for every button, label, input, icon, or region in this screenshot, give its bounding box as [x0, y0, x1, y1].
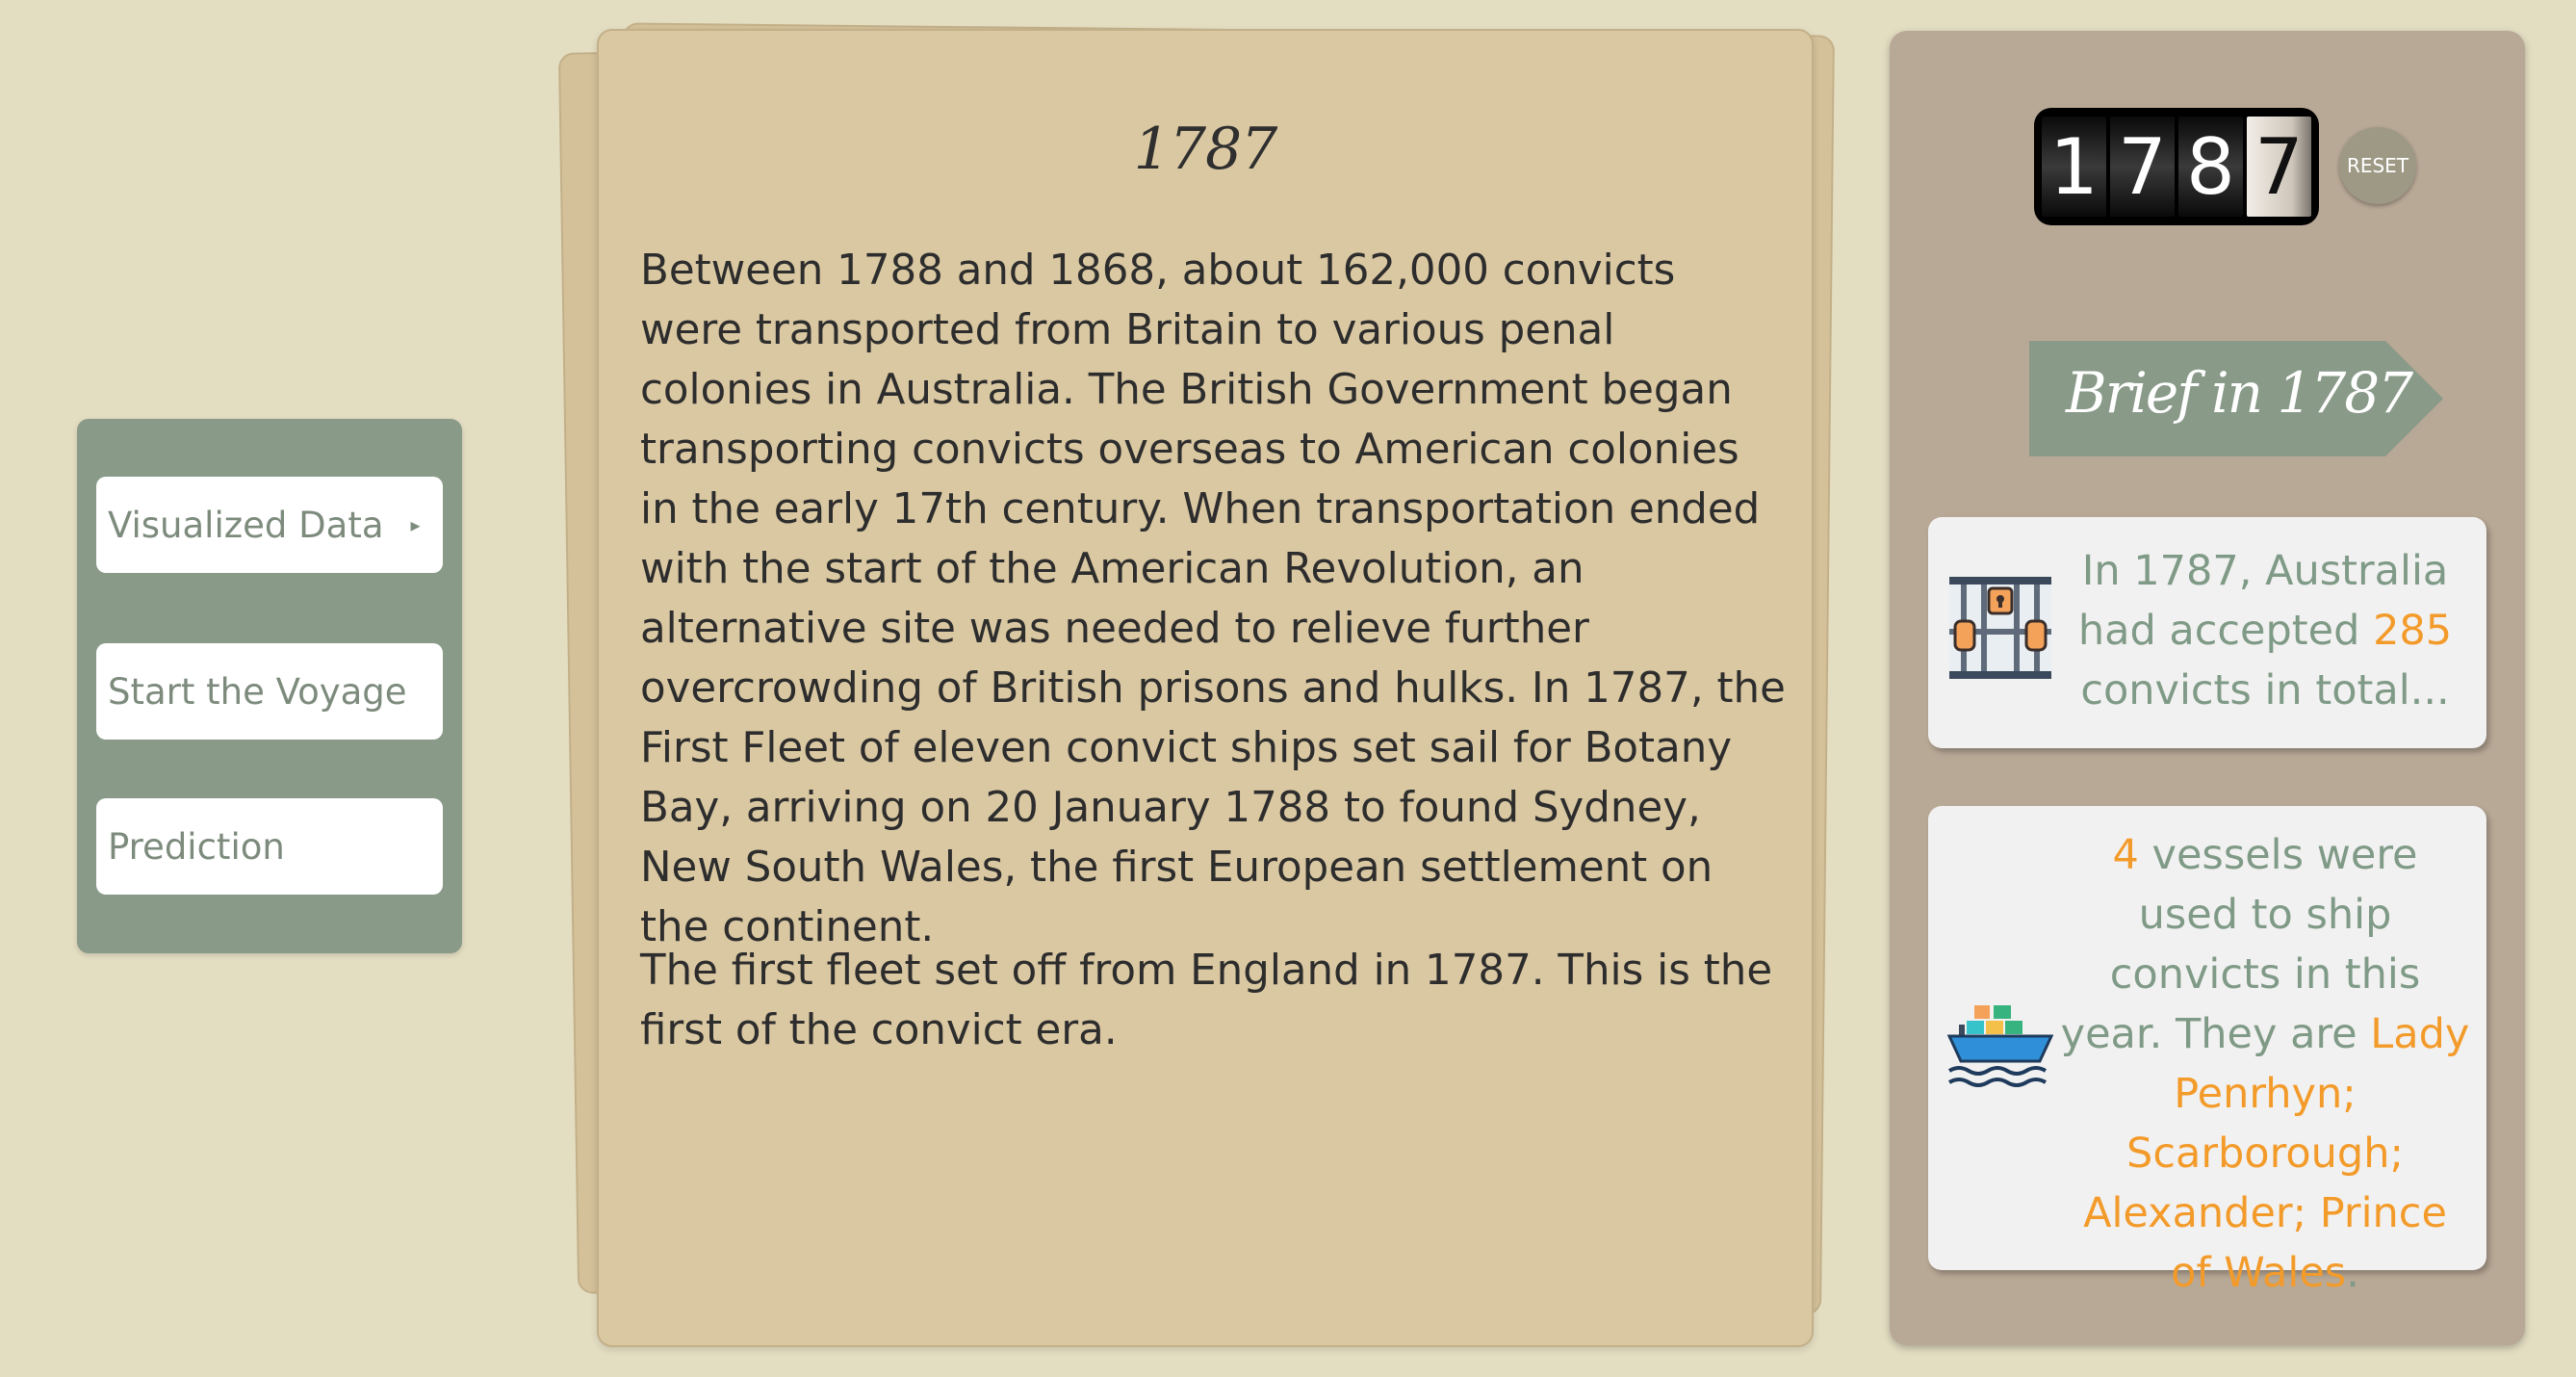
vessel-count-value: 4 — [2112, 831, 2139, 879]
year-counter: 1 7 8 7 — [2034, 108, 2319, 225]
visualized-data-button[interactable]: Visualized Data ▸ — [96, 477, 443, 573]
vessel-text: 4 vessels were used to ship convicts in … — [2058, 825, 2472, 1303]
start-voyage-label: Start the Voyage — [108, 670, 407, 713]
navigation-menu: Visualized Data ▸ Start the Voyage Predi… — [77, 419, 462, 953]
year-digit-3: 8 — [2178, 117, 2243, 217]
convict-count-text: In 1787, Australia had accepted 285 conv… — [2058, 541, 2472, 720]
convict-count-suffix: convicts in total... — [2080, 666, 2450, 714]
year-digit-2: 7 — [2110, 117, 2175, 217]
year-digit-1: 1 — [2042, 117, 2106, 217]
prediction-label: Prediction — [108, 825, 285, 868]
brief-sidebar: 1 7 8 7 RESET Brief in 1787 In 1787, Aus… — [1890, 31, 2525, 1345]
convict-count-card: In 1787, Australia had accepted 285 conv… — [1928, 517, 2486, 748]
caret-right-icon: ▸ — [410, 513, 421, 536]
brief-title: Brief in 1787 — [2066, 360, 2413, 426]
story-paper: 1787 Between 1788 and 1868, about 162,00… — [597, 29, 1814, 1347]
vessel-card: 4 vessels were used to ship convicts in … — [1928, 806, 2486, 1297]
prison-icon — [1947, 575, 2053, 685]
start-voyage-button[interactable]: Start the Voyage — [96, 643, 443, 740]
convict-count-value: 285 — [2373, 607, 2453, 655]
visualized-data-label: Visualized Data — [108, 504, 384, 546]
story-paragraph-1: Between 1788 and 1868, about 162,000 con… — [640, 247, 1786, 951]
page-title: 1787 — [1133, 116, 1278, 183]
year-digit-4: 7 — [2247, 117, 2311, 217]
brief-banner: Brief in 1787 — [2029, 341, 2443, 456]
vessel-text-period: . — [2346, 1249, 2359, 1297]
prediction-button[interactable]: Prediction — [96, 798, 443, 895]
reset-button[interactable]: RESET — [2339, 127, 2416, 204]
story-paragraph-2: The first fleet set off from England in … — [640, 947, 1773, 1054]
ship-icon — [1946, 1003, 2054, 1094]
